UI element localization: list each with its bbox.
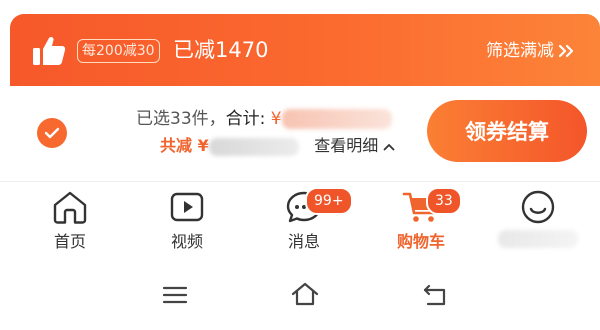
- back-icon[interactable]: [420, 283, 450, 307]
- promo-tag: 每200减30: [77, 39, 160, 63]
- chevron-up-icon: [384, 143, 395, 150]
- home-icon: [53, 191, 87, 224]
- tab-messages-label: 消息: [287, 232, 320, 251]
- tab-video-label: 视频: [170, 232, 203, 251]
- tab-video[interactable]: 视频: [142, 183, 232, 265]
- promo-banner: 每200减30 已减1470 筛选满减: [10, 14, 600, 86]
- total-currency: ¥: [270, 109, 282, 129]
- saved-amount: 已减1470: [173, 38, 269, 62]
- cart-count-badge: 33: [426, 187, 462, 215]
- total-label: 合计:: [225, 109, 271, 129]
- discount-line: 共减 ¥ 查看明细: [160, 133, 395, 159]
- bottom-tab-bar: 首页 视频 消息 99+ 购物车 33: [0, 183, 600, 265]
- menu-icon[interactable]: [162, 285, 188, 305]
- discount-currency: ¥: [197, 136, 209, 155]
- total-amount-redacted: [281, 109, 392, 129]
- tab-mine-label-redacted: [498, 230, 578, 248]
- filter-discount-label: 筛选满减: [486, 41, 554, 61]
- tab-mine[interactable]: [493, 183, 583, 265]
- selected-count-line: 已选33件，合计: ¥: [136, 106, 392, 132]
- tab-home-label: 首页: [53, 232, 86, 251]
- home-outline-icon[interactable]: [290, 281, 320, 307]
- divider: [0, 181, 600, 182]
- selected-count: 已选33件，: [136, 109, 226, 129]
- discount-amount-redacted: [208, 137, 299, 156]
- select-all-checkbox[interactable]: [37, 118, 67, 148]
- double-chevron-right-icon: [558, 44, 574, 58]
- message-count-badge: 99+: [305, 187, 353, 215]
- top-strip: [0, 0, 600, 14]
- discount-label: 共减: [160, 136, 198, 155]
- video-play-icon: [170, 192, 204, 222]
- view-detail-label: 查看明细: [314, 136, 379, 155]
- checkmark-icon: [44, 127, 60, 139]
- tab-cart-label: 购物车: [396, 232, 445, 251]
- tab-home[interactable]: 首页: [25, 183, 115, 265]
- checkout-button[interactable]: 领券结算: [427, 100, 587, 162]
- filter-discount-button[interactable]: 筛选满减: [486, 38, 574, 64]
- thumbs-up-icon: [33, 36, 66, 65]
- system-nav-bar: [0, 265, 600, 330]
- view-detail-link[interactable]: 查看明细: [314, 136, 395, 155]
- tab-cart[interactable]: 购物车 33: [376, 183, 466, 265]
- smiley-face-icon: [521, 190, 555, 224]
- tab-messages[interactable]: 消息 99+: [259, 183, 353, 265]
